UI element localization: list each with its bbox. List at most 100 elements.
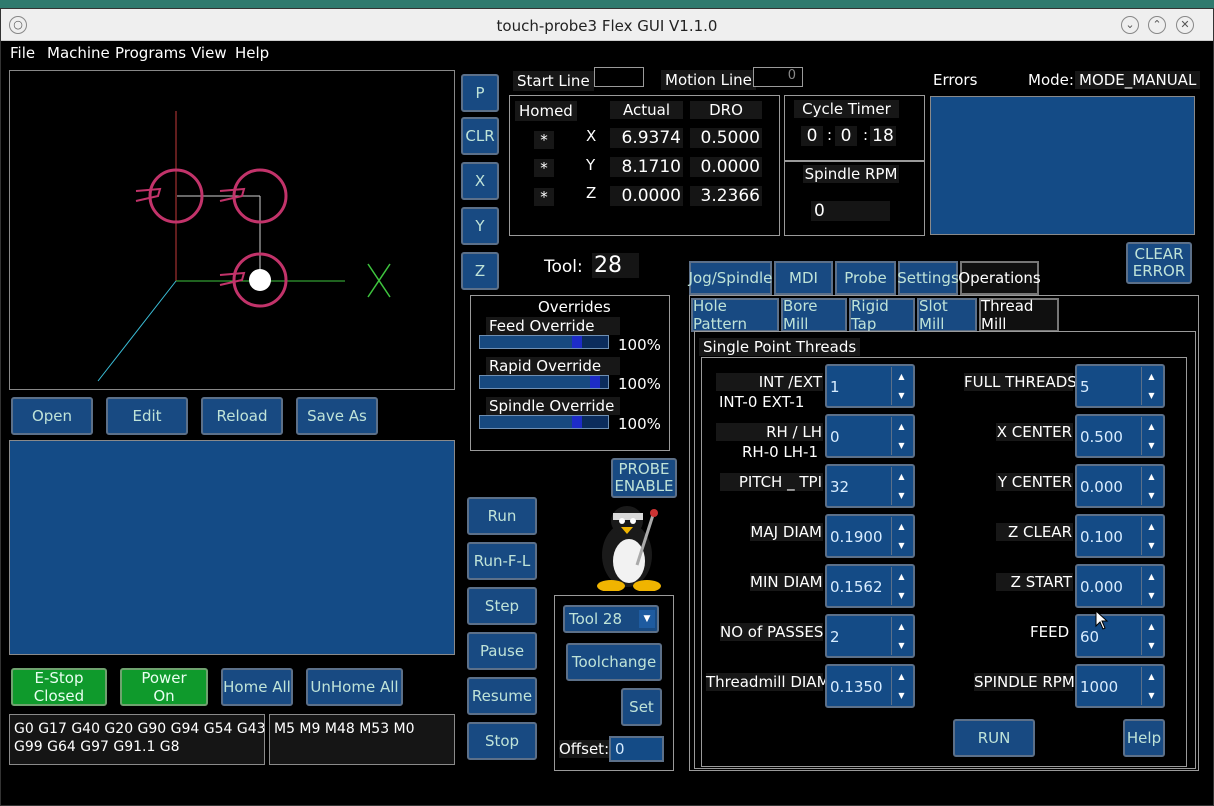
thread-help-button[interactable]: Help — [1123, 719, 1165, 757]
pitch-spinbox[interactable]: 32 ▲ ▼ — [825, 464, 915, 508]
probe-enable-button[interactable]: PROBE ENABLE — [611, 458, 677, 498]
z-view-button[interactable]: Z — [461, 252, 499, 290]
run-from-line-button[interactable]: Run-F-L — [467, 542, 537, 580]
tab-settings[interactable]: Settings — [897, 261, 959, 295]
chevron-down-icon[interactable]: ▼ — [891, 636, 911, 655]
chevron-up-icon[interactable]: ▲ — [1141, 667, 1161, 686]
chevron-up-icon[interactable]: ▲ — [1141, 417, 1161, 436]
thread-run-button[interactable]: RUN — [953, 719, 1035, 757]
chevron-down-icon[interactable]: ▼ — [891, 686, 911, 705]
int-ext-spinbox[interactable]: 1 ▲ ▼ — [825, 364, 915, 408]
chevron-up-icon[interactable]: ▲ — [891, 417, 911, 436]
edit-button[interactable]: Edit — [106, 397, 188, 435]
chevron-up-icon[interactable]: ▲ — [1141, 517, 1161, 536]
reload-button[interactable]: Reload — [201, 397, 283, 435]
step-button[interactable]: Step — [467, 587, 537, 625]
y-view-button[interactable]: Y — [461, 207, 499, 245]
chevron-up-icon[interactable]: ▲ — [891, 517, 911, 536]
passes-spinbox[interactable]: 2 ▲ ▼ — [825, 614, 915, 658]
rapid-override-handle[interactable] — [590, 376, 600, 388]
chevron-down-icon[interactable]: ▼ — [891, 536, 911, 555]
rapid-override-slider[interactable] — [479, 375, 609, 389]
tab-mdi[interactable]: MDI — [774, 261, 833, 295]
tab-probe[interactable]: Probe — [835, 261, 896, 295]
full-threads-spinbox[interactable]: 5 ▲ ▼ — [1075, 364, 1165, 408]
tab-slot-mill[interactable]: Slot Mill — [917, 297, 977, 333]
chevron-up-icon[interactable]: ▲ — [1141, 467, 1161, 486]
p-button[interactable]: P — [461, 74, 499, 112]
unhome-all-button[interactable]: UnHome All — [306, 668, 403, 706]
tab-jog-spindle[interactable]: Jog/Spindle — [689, 261, 772, 295]
chevron-down-icon[interactable]: ▼ — [639, 610, 655, 628]
resume-button[interactable]: Resume — [467, 677, 537, 715]
chevron-up-icon[interactable]: ▲ — [891, 567, 911, 586]
toolchange-button[interactable]: Toolchange — [566, 643, 662, 681]
maximize-icon[interactable]: ⌃ — [1148, 16, 1166, 34]
y-center-label: Y CENTER — [996, 473, 1073, 491]
threadmill-diam-label: Threadmill DIAM — [706, 673, 830, 691]
chevron-down-icon[interactable]: ▼ — [1141, 536, 1161, 555]
toolpath-preview[interactable] — [9, 70, 455, 390]
z-clear-spinbox[interactable]: 0.100 ▲ ▼ — [1075, 514, 1165, 558]
z-start-spinbox[interactable]: 0.000 ▲ ▼ — [1075, 564, 1165, 608]
tab-bore-mill[interactable]: Bore Mill — [781, 297, 847, 333]
menu-file[interactable]: File — [10, 44, 35, 62]
chevron-down-icon[interactable]: ▼ — [1141, 486, 1161, 505]
spindle-rpm-spinbox[interactable]: 1000 ▲ ▼ — [1075, 664, 1165, 708]
clear-error-button[interactable]: CLEAR ERROR — [1126, 242, 1192, 284]
feed-spinbox[interactable]: 60 ▲ ▼ — [1075, 614, 1165, 658]
menu-view[interactable]: View — [191, 44, 227, 62]
set-offset-button[interactable]: Set — [621, 688, 662, 726]
spindle-override-handle[interactable] — [572, 416, 582, 428]
start-line-input[interactable] — [594, 67, 644, 87]
chevron-up-icon[interactable]: ▲ — [891, 467, 911, 486]
chevron-down-icon[interactable]: ▼ — [891, 486, 911, 505]
chevron-down-icon[interactable]: ▼ — [891, 586, 911, 605]
menu-programs[interactable]: Programs — [115, 44, 186, 62]
chevron-up-icon[interactable]: ▲ — [891, 667, 911, 686]
run-button[interactable]: Run — [467, 497, 537, 535]
power-button[interactable]: Power On — [120, 668, 208, 706]
chevron-down-icon[interactable]: ▼ — [1141, 386, 1161, 405]
maj-diam-spinbox[interactable]: 0.1900 ▲ ▼ — [825, 514, 915, 558]
menu-machine[interactable]: Machine — [47, 44, 110, 62]
chevron-up-icon[interactable]: ▲ — [891, 367, 911, 386]
full-threads-value: 5 — [1080, 378, 1090, 396]
chevron-up-icon[interactable]: ▲ — [1141, 567, 1161, 586]
menu-help[interactable]: Help — [235, 44, 269, 62]
tab-hole-pattern[interactable]: Hole Pattern — [691, 297, 779, 333]
chevron-up-icon[interactable]: ▲ — [1141, 617, 1161, 636]
tool-select[interactable]: Tool 28 ▼ — [563, 605, 659, 633]
feed-override-handle[interactable] — [572, 336, 582, 348]
chevron-down-icon[interactable]: ▼ — [1141, 436, 1161, 455]
x-view-button[interactable]: X — [461, 162, 499, 200]
tab-operations[interactable]: Operations — [958, 261, 1041, 295]
rh-lh-spinbox[interactable]: 0 ▲ ▼ — [825, 414, 915, 458]
chevron-down-icon[interactable]: ▼ — [1141, 686, 1161, 705]
chevron-down-icon[interactable]: ▼ — [891, 436, 911, 455]
stop-button[interactable]: Stop — [467, 722, 537, 760]
chevron-up-icon[interactable]: ▲ — [1141, 367, 1161, 386]
open-button[interactable]: Open — [11, 397, 93, 435]
threadmill-diam-spinbox[interactable]: 0.1350 ▲ ▼ — [825, 664, 915, 708]
offset-input[interactable]: 0 — [609, 736, 664, 762]
save-as-button[interactable]: Save As — [296, 397, 378, 435]
chevron-down-icon[interactable]: ▼ — [891, 386, 911, 405]
gcode-viewer[interactable] — [9, 440, 455, 655]
chevron-up-icon[interactable]: ▲ — [891, 617, 911, 636]
min-diam-spinbox[interactable]: 0.1562 ▲ ▼ — [825, 564, 915, 608]
close-icon[interactable]: ✕ — [1176, 16, 1194, 34]
home-all-button[interactable]: Home All — [221, 668, 293, 706]
feed-override-slider[interactable] — [479, 335, 609, 349]
estop-button[interactable]: E-Stop Closed — [11, 668, 107, 706]
pause-button[interactable]: Pause — [467, 632, 537, 670]
chevron-down-icon[interactable]: ▼ — [1141, 586, 1161, 605]
minimize-icon[interactable]: ⌄ — [1121, 16, 1139, 34]
y-center-spinbox[interactable]: 0.000 ▲ ▼ — [1075, 464, 1165, 508]
tab-thread-mill[interactable]: Thread Mill — [979, 297, 1059, 333]
clear-button[interactable]: CLR — [461, 117, 499, 155]
tab-rigid-tap[interactable]: Rigid Tap — [849, 297, 915, 333]
spindle-override-slider[interactable] — [479, 415, 609, 429]
x-center-spinbox[interactable]: 0.500 ▲ ▼ — [1075, 414, 1165, 458]
chevron-down-icon[interactable]: ▼ — [1141, 636, 1161, 655]
